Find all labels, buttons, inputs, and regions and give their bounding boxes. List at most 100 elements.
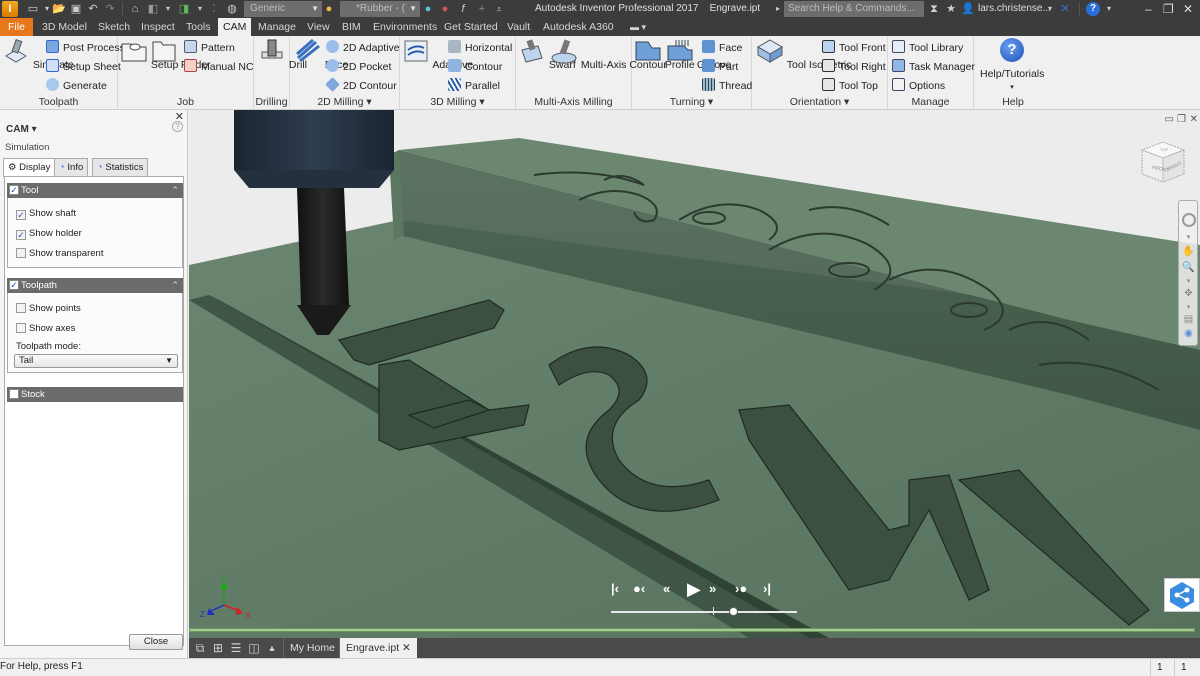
viewport-restore-icon[interactable]: ❐ (1177, 114, 1186, 125)
undo-icon[interactable]: ↶ (86, 2, 100, 16)
tool-library-button[interactable]: Tool Library (892, 40, 963, 56)
show-transparent-checkbox[interactable] (16, 248, 26, 258)
parameters-fx-icon[interactable]: f (456, 2, 470, 16)
steering-wheel-icon[interactable] (1182, 213, 1196, 227)
add-icon[interactable]: + (475, 2, 489, 16)
search-help-input[interactable]: Search Help & Commands... (784, 1, 924, 17)
tab-3d-model[interactable]: 3D Model (42, 18, 87, 36)
save-icon[interactable]: ▣ (69, 2, 83, 16)
subscription-icon[interactable]: ⧗ (927, 2, 941, 16)
setup-sheet-button[interactable]: Setup Sheet (46, 59, 121, 75)
panel-help-icon[interactable]: ? (172, 121, 183, 132)
part-button[interactable]: Part (702, 59, 738, 75)
open-icon[interactable]: 📂 (52, 2, 66, 16)
ribbon-display-toggle-icon[interactable]: ▬ ▾ (630, 18, 646, 36)
doc-tab-engrave[interactable]: Engrave.ipt ✕ (339, 638, 417, 658)
tile-horizontal-icon[interactable]: ☰ (229, 641, 243, 655)
show-points-option[interactable]: Show points (16, 303, 81, 315)
2d-contour-button[interactable]: 2D Contour (325, 77, 397, 94)
toolpath-section-header[interactable]: ✓ Toolpath ⌃ (7, 278, 183, 293)
folder-button[interactable]: Folder (150, 38, 211, 71)
tool-section-header[interactable]: ✓ Tool ⌃ (7, 183, 183, 198)
tab-manage[interactable]: Manage (258, 18, 296, 36)
previous-operation-icon[interactable]: ●‹ (633, 580, 645, 598)
material-combo[interactable]: Generic ▼ (244, 1, 322, 17)
adaptive-button[interactable]: Adaptive (402, 38, 473, 71)
manual-nc-button[interactable]: Manual NC (184, 59, 254, 75)
panel-title-dropdown[interactable]: CAM ▾ (6, 124, 37, 135)
restore-icon[interactable]: ❐ (1163, 1, 1174, 17)
help-tutorials-button[interactable]: ? Help/Tutorials ▾ (980, 38, 1044, 92)
thread-button[interactable]: Thread (702, 78, 752, 94)
toolpath-section-checkbox[interactable]: ✓ (9, 280, 19, 290)
tab-tools[interactable]: Tools (186, 18, 211, 36)
doc-tab-my-home[interactable]: My Home (283, 638, 341, 658)
generate-button[interactable]: Generate (46, 78, 107, 94)
tool-isometric-button[interactable]: Tool Isometric (756, 38, 852, 71)
help-dropdown-icon[interactable]: ▾ (1102, 2, 1116, 16)
tile-windows-icon[interactable]: ⊞ (211, 641, 225, 655)
tab-statistics[interactable]: ◔ Statistics (92, 158, 149, 176)
tab-inspect[interactable]: Inspect (141, 18, 175, 36)
tile-vertical-icon[interactable]: ◫ (247, 641, 261, 655)
task-manager-button[interactable]: Task Manager (892, 59, 975, 75)
customize-qat-icon[interactable]: ⩡ (492, 2, 506, 16)
post-process-button[interactable]: Post Process (46, 40, 125, 56)
minimize-icon[interactable]: – (1145, 1, 1152, 17)
viewport-minimize-icon[interactable]: ▭ (1165, 114, 1174, 125)
user-dropdown-icon[interactable]: ▾ (1043, 2, 1057, 16)
appearance-combo[interactable]: *Rubber - (▼ (340, 1, 420, 17)
collapse-icon[interactable]: ⌃ (171, 278, 179, 293)
simulation-slider-track[interactable] (611, 611, 797, 613)
show-holder-checkbox[interactable]: ✓ (16, 230, 26, 240)
tab-info[interactable]: ◔ Info (54, 158, 89, 176)
show-axes-checkbox[interactable] (16, 323, 26, 333)
close-button[interactable]: Close (129, 634, 183, 650)
show-points-checkbox[interactable] (16, 303, 26, 313)
tab-environments[interactable]: Environments (373, 18, 437, 36)
groove-button[interactable]: Groove (666, 38, 731, 71)
show-shaft-option[interactable]: ✓ Show shaft (16, 208, 76, 220)
viewcube-top-label[interactable]: TOP (1160, 147, 1168, 152)
orientation-dropdown[interactable]: Orientation ▾ (752, 96, 887, 108)
expand-arrow-icon[interactable]: ▸ (771, 2, 785, 16)
turning-dropdown[interactable]: Turning ▾ (632, 96, 751, 108)
setup-button[interactable]: Setup (120, 38, 178, 71)
graphics-viewport[interactable]: ▭ ❐ ✕ FRONT RIGHT TOP ▾ ✋ 🔍 ▾ ✥ ▾ ▤ ◉ Y … (189, 110, 1200, 638)
go-to-start-icon[interactable]: |‹ (611, 580, 619, 598)
step-forward-icon[interactable]: » (709, 580, 716, 598)
simulation-slider-thumb[interactable] (729, 607, 739, 616)
full-navigation-icon[interactable]: ◉ (1182, 327, 1195, 340)
tab-vault[interactable]: Vault (507, 18, 530, 36)
parallel-button[interactable]: Parallel (448, 78, 500, 94)
go-to-end-icon[interactable]: ›| (763, 580, 771, 598)
2d-milling-dropdown[interactable]: 2D Milling ▾ (290, 96, 399, 108)
tab-autodesk-a360[interactable]: Autodesk A360 (543, 18, 614, 36)
update-icon[interactable]: ◧ (146, 2, 160, 16)
viewcube[interactable]: FRONT RIGHT TOP (1138, 138, 1188, 193)
tab-bim[interactable]: BIM (342, 18, 361, 36)
options-button[interactable]: Options (892, 78, 945, 94)
share-view-button[interactable] (1164, 578, 1200, 612)
orbit-icon[interactable]: ✥ (1182, 287, 1195, 300)
stock-section-checkbox[interactable] (9, 389, 19, 399)
home-icon[interactable]: ⌂ (128, 2, 142, 16)
tool-top-button[interactable]: Tool Top (822, 78, 878, 94)
new-file-icon[interactable]: ▭ (26, 2, 40, 16)
user-name-menu[interactable]: lars.christense... (978, 3, 1051, 14)
tool-section-checkbox[interactable]: ✓ (9, 185, 19, 195)
tab-view[interactable]: View (307, 18, 330, 36)
help-icon[interactable]: ? (1086, 2, 1100, 16)
next-operation-icon[interactable]: ›● (735, 580, 747, 598)
play-icon[interactable]: ▶ (687, 580, 701, 598)
tool-right-button[interactable]: Tool Right (822, 59, 886, 75)
pan-hand-icon[interactable]: ✋ (1182, 245, 1195, 258)
viewport-close-icon[interactable]: ✕ (1190, 114, 1198, 125)
2d-pocket-button[interactable]: 2D Pocket (326, 59, 391, 75)
adjust-appearance-icon[interactable]: ● (421, 2, 435, 16)
stock-section-header[interactable]: Stock (7, 387, 183, 402)
tab-display[interactable]: ⚙ Display (3, 158, 56, 177)
step-back-icon[interactable]: « (663, 580, 670, 598)
measure-icon[interactable]: ⁚ (207, 2, 221, 16)
color-wheel-icon[interactable]: ● (322, 2, 336, 16)
